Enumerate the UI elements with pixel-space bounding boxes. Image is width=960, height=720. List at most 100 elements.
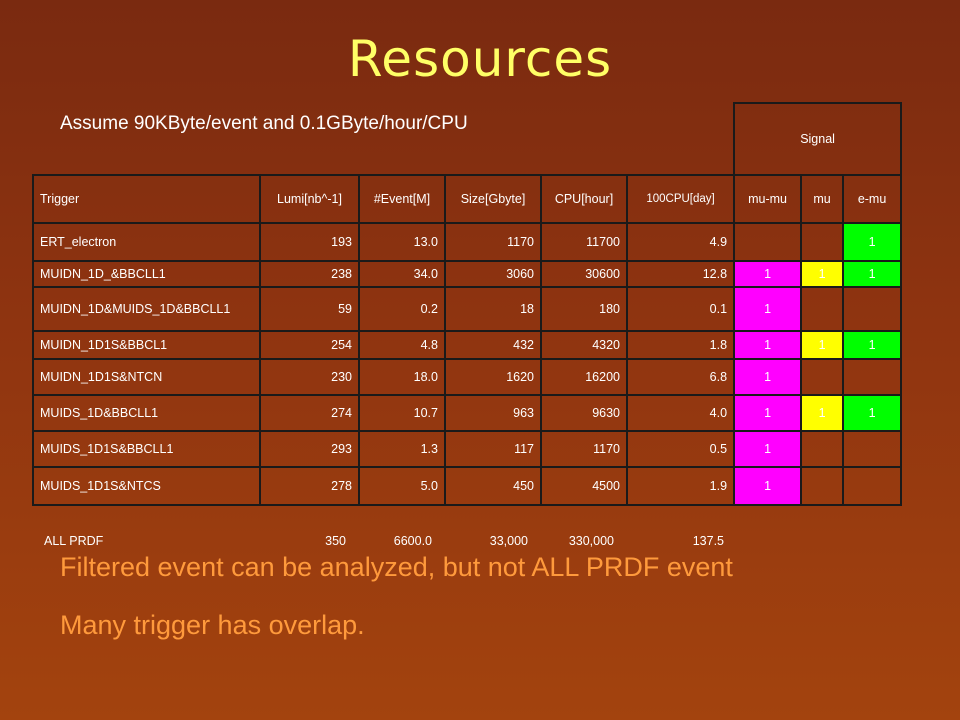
cell-events: 34.0 xyxy=(358,260,446,288)
cell-mu: 1 xyxy=(800,394,845,432)
cell-emu: 1 xyxy=(842,394,903,432)
cell-cpu: 9630 xyxy=(540,394,628,432)
cell-cpu: 30600 xyxy=(540,260,628,288)
cell-trigger: MUIDS_1D1S&BBCLL1 xyxy=(32,430,261,468)
cell-emu xyxy=(842,286,903,332)
table-row: ERT_electron 193 13.0 1170 11700 4.9 1 xyxy=(32,222,903,262)
col-header-lumi: Lumi[nb^-1] xyxy=(259,174,360,224)
cell-mumu: 1 xyxy=(733,330,803,360)
total-lumi: 350 xyxy=(325,534,346,548)
total-cpu: 330,000 xyxy=(568,534,614,548)
assumption-text: Assume 90KByte/event and 0.1GByte/hour/C… xyxy=(60,113,468,134)
cell-size: 1620 xyxy=(444,358,542,396)
table-row: MUIDS_1D1S&BBCLL1 293 1.3 117 1170 0.5 1 xyxy=(32,430,903,468)
cell-mu xyxy=(800,466,845,506)
cell-lumi: 59 xyxy=(259,286,360,332)
cell-lumi: 274 xyxy=(259,394,360,432)
cell-mu xyxy=(800,286,845,332)
cell-mu xyxy=(800,358,845,396)
cell-size: 18 xyxy=(444,286,542,332)
cell-mu xyxy=(800,430,845,468)
total-size: 33,000 xyxy=(489,534,528,548)
cell-trigger: MUIDN_1D1S&NTCN xyxy=(32,358,261,396)
cell-cpu: 16200 xyxy=(540,358,628,396)
cell-100cpu: 1.9 xyxy=(625,466,736,506)
cell-cpu: 4320 xyxy=(540,330,628,360)
cell-mu: 1 xyxy=(800,330,845,360)
cell-mumu: 1 xyxy=(733,286,803,332)
cell-mumu: 1 xyxy=(733,394,803,432)
cell-mu: 1 xyxy=(800,260,845,288)
column-header-row: Trigger Lumi[nb^-1] #Event[M] Size[Gbyte… xyxy=(32,174,903,224)
cell-lumi: 278 xyxy=(259,466,360,506)
table-row: MUIDN_1D_&BBCLL1 238 34.0 3060 30600 12.… xyxy=(32,260,903,288)
cell-cpu: 180 xyxy=(540,286,628,332)
cell-events: 5.0 xyxy=(358,466,446,506)
cell-size: 1170 xyxy=(444,222,542,262)
cell-100cpu: 4.9 xyxy=(625,222,736,262)
cell-emu: 1 xyxy=(842,260,903,288)
note-trigger-overlap: Many trigger has overlap. xyxy=(60,610,365,640)
cell-100cpu: 0.1 xyxy=(625,286,736,332)
cell-cpu: 1170 xyxy=(540,430,628,468)
cell-100cpu: 4.0 xyxy=(625,394,736,432)
table-row: MUIDN_1D1S&BBCL1 254 4.8 432 4320 1.8 1 … xyxy=(32,330,903,360)
cell-lumi: 238 xyxy=(259,260,360,288)
cell-size: 963 xyxy=(444,394,542,432)
signal-group-header: Signal xyxy=(733,102,903,176)
table-row: MUIDS_1D&BBCLL1 274 10.7 963 9630 4.0 1 … xyxy=(32,394,903,432)
total-trigger: ALL PRDF xyxy=(44,534,104,548)
cell-cpu: 4500 xyxy=(540,466,628,506)
col-header-100cpu: 100CPU[day] xyxy=(625,174,736,224)
cell-cpu: 11700 xyxy=(540,222,628,262)
total-100cpu: 137.5 xyxy=(692,534,724,548)
col-header-trigger: Trigger xyxy=(32,174,261,224)
cell-events: 4.8 xyxy=(358,330,446,360)
cell-trigger: MUIDS_1D1S&NTCS xyxy=(32,466,261,506)
cell-size: 450 xyxy=(444,466,542,506)
total-row: ALL PRDF 350 6600.0 33,000 330,000 137.5 xyxy=(32,534,900,550)
cell-lumi: 193 xyxy=(259,222,360,262)
resources-table: Signal Trigger Lumi[nb^-1] #Event[M] Siz… xyxy=(32,102,903,506)
cell-size: 432 xyxy=(444,330,542,360)
cell-size: 3060 xyxy=(444,260,542,288)
cell-events: 18.0 xyxy=(358,358,446,396)
cell-trigger: MUIDS_1D&BBCLL1 xyxy=(32,394,261,432)
cell-lumi: 230 xyxy=(259,358,360,396)
table-row: MUIDN_1D&MUIDS_1D&BBCLL1 59 0.2 18 180 0… xyxy=(32,286,903,332)
cell-100cpu: 1.8 xyxy=(625,330,736,360)
note-filtered-events: Filtered event can be analyzed, but not … xyxy=(60,552,733,582)
cell-size: 117 xyxy=(444,430,542,468)
col-header-events: #Event[M] xyxy=(358,174,446,224)
table-row: MUIDS_1D1S&NTCS 278 5.0 450 4500 1.9 1 xyxy=(32,466,903,506)
cell-emu xyxy=(842,430,903,468)
col-header-emu: e-mu xyxy=(842,174,903,224)
cell-100cpu: 12.8 xyxy=(625,260,736,288)
cell-lumi: 293 xyxy=(259,430,360,468)
cell-events: 10.7 xyxy=(358,394,446,432)
total-events: 6600.0 xyxy=(393,534,432,548)
cell-mumu: 1 xyxy=(733,358,803,396)
col-header-cpu: CPU[hour] xyxy=(540,174,628,224)
cell-mu xyxy=(800,222,845,262)
cell-events: 0.2 xyxy=(358,286,446,332)
col-header-size: Size[Gbyte] xyxy=(444,174,542,224)
cell-mumu: 1 xyxy=(733,430,803,468)
cell-trigger: MUIDN_1D1S&BBCL1 xyxy=(32,330,261,360)
cell-emu xyxy=(842,358,903,396)
cell-emu: 1 xyxy=(842,222,903,262)
cell-trigger: MUIDN_1D_&BBCLL1 xyxy=(32,260,261,288)
cell-lumi: 254 xyxy=(259,330,360,360)
cell-mumu: 1 xyxy=(733,260,803,288)
cell-mumu: 1 xyxy=(733,466,803,506)
cell-emu xyxy=(842,466,903,506)
cell-emu: 1 xyxy=(842,330,903,360)
cell-events: 1.3 xyxy=(358,430,446,468)
slide-title: Resources xyxy=(347,30,613,88)
cell-100cpu: 0.5 xyxy=(625,430,736,468)
cell-mumu xyxy=(733,222,803,262)
cell-trigger: ERT_electron xyxy=(32,222,261,262)
cell-trigger: MUIDN_1D&MUIDS_1D&BBCLL1 xyxy=(32,286,261,332)
col-header-mu: mu xyxy=(800,174,845,224)
cell-100cpu: 6.8 xyxy=(625,358,736,396)
